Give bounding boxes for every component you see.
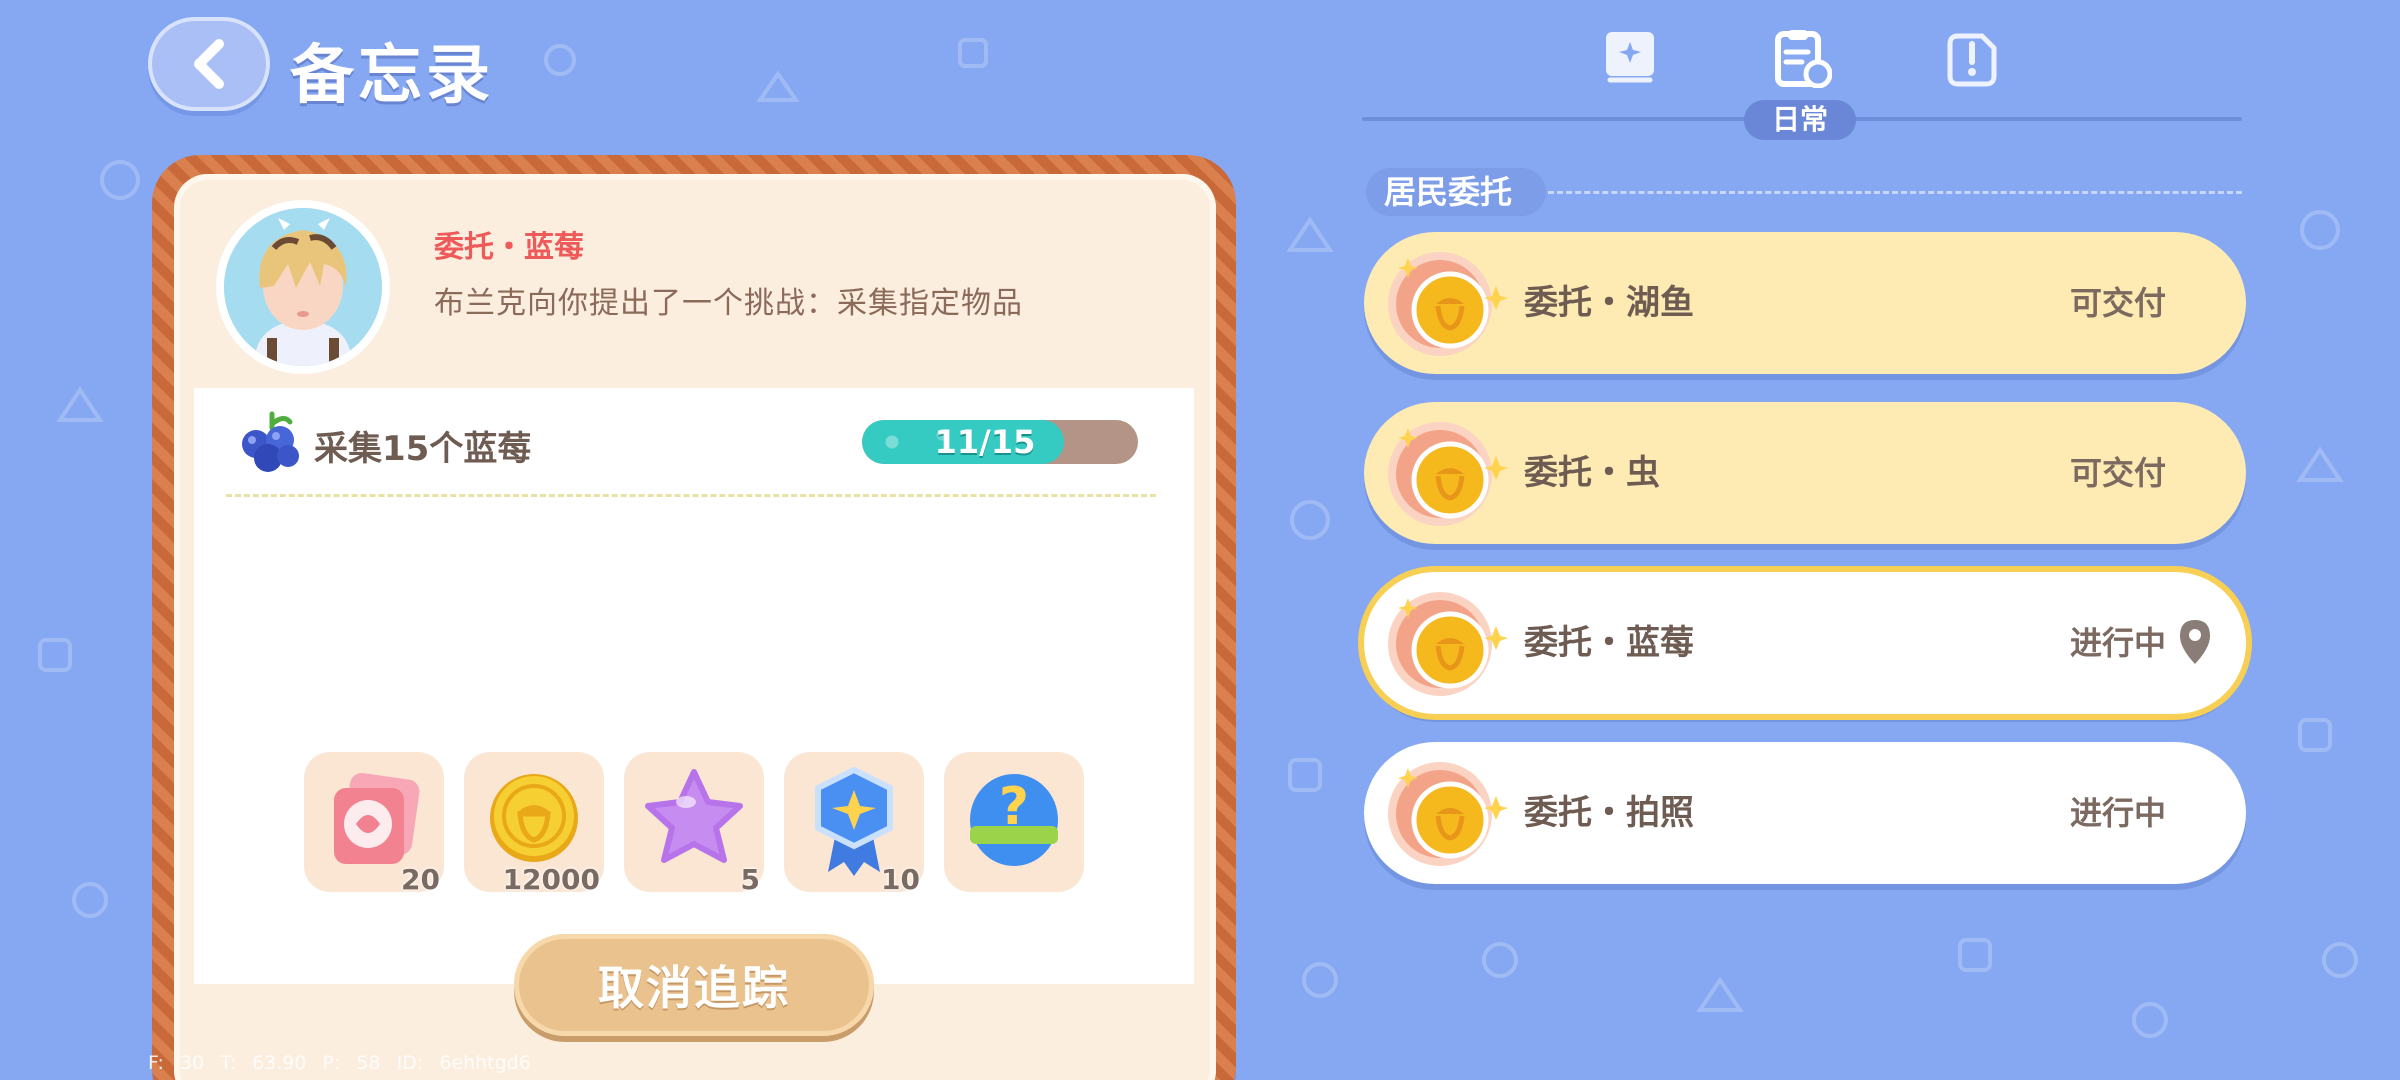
chevron-left-icon (194, 39, 224, 89)
divider (226, 494, 1156, 497)
reward-count: 5 (740, 863, 760, 896)
acorn-coin-icon (1388, 422, 1508, 526)
section-title: 居民委托 (1366, 168, 1546, 216)
location-pin-icon[interactable] (2178, 618, 2212, 666)
reward-count: 20 (401, 863, 440, 896)
acorn-coin-icon (1388, 252, 1508, 356)
quest-list-item-selected[interactable]: 委托・蓝莓 进行中 (1364, 572, 2246, 714)
debug-overlay: F: 30 T: 63.90 P: 58 ID: 6ehhtgd6 (148, 1052, 531, 1074)
ticket-icon (334, 773, 420, 864)
quest-list-item[interactable]: 委托・虫 可交付 (1364, 402, 2246, 544)
book-icon[interactable] (1600, 28, 1660, 88)
reward-item[interactable]: 10 (784, 752, 924, 896)
cancel-tracking-button[interactable]: 取消追踪 (514, 934, 874, 1036)
task-panel (194, 388, 1194, 984)
reward-item[interactable]: 5 (624, 752, 764, 896)
reward-item[interactable]: 20 (304, 752, 444, 896)
quest-status: 进行中 (2069, 794, 2166, 832)
task-label: 采集15个蓝莓 (314, 429, 532, 469)
quest-name: 委托・蓝莓 (1524, 623, 1694, 663)
page-title: 备忘录 (290, 39, 494, 113)
acorn-coin-icon (490, 774, 578, 862)
clipboard-refresh-icon[interactable] (1772, 28, 1832, 88)
acorn-coin-icon (1388, 592, 1508, 696)
svg-text:?: ? (999, 777, 1029, 837)
back-button[interactable] (148, 17, 270, 111)
star-icon (645, 769, 743, 863)
reward-item[interactable]: 12000 (464, 752, 604, 896)
quest-title: 委托・蓝莓 (434, 230, 584, 265)
note-edit-icon[interactable] (1942, 28, 2002, 88)
reward-item[interactable]: ? (944, 752, 1084, 892)
mystery-egg-icon: ? (970, 774, 1058, 866)
tab-daily[interactable]: 日常 (1744, 100, 1856, 140)
section-divider (1548, 191, 2242, 194)
quest-list-item[interactable]: 委托・湖鱼 可交付 (1364, 232, 2246, 374)
quest-name: 委托・拍照 (1524, 793, 1694, 833)
quest-name: 委托・湖鱼 (1524, 283, 1694, 323)
npc-portrait (224, 208, 382, 366)
task-progress-bar: 11/15 (862, 420, 1138, 464)
progress-text: 11/15 (934, 423, 1036, 461)
avatar (216, 200, 390, 374)
quest-status: 进行中 (2069, 624, 2166, 662)
quest-list-item[interactable]: 委托・拍照 进行中 (1364, 742, 2246, 884)
acorn-coin-icon (1388, 762, 1508, 866)
reward-count: 12000 (502, 863, 600, 896)
quest-description: 布兰克向你提出了一个挑战：采集指定物品 (434, 286, 1023, 321)
reward-count: 10 (881, 863, 920, 896)
quest-status: 可交付 (2069, 284, 2166, 322)
blueberry-icon (242, 411, 299, 472)
quest-name: 委托・虫 (1524, 453, 1660, 493)
quest-status: 可交付 (2069, 454, 2166, 492)
